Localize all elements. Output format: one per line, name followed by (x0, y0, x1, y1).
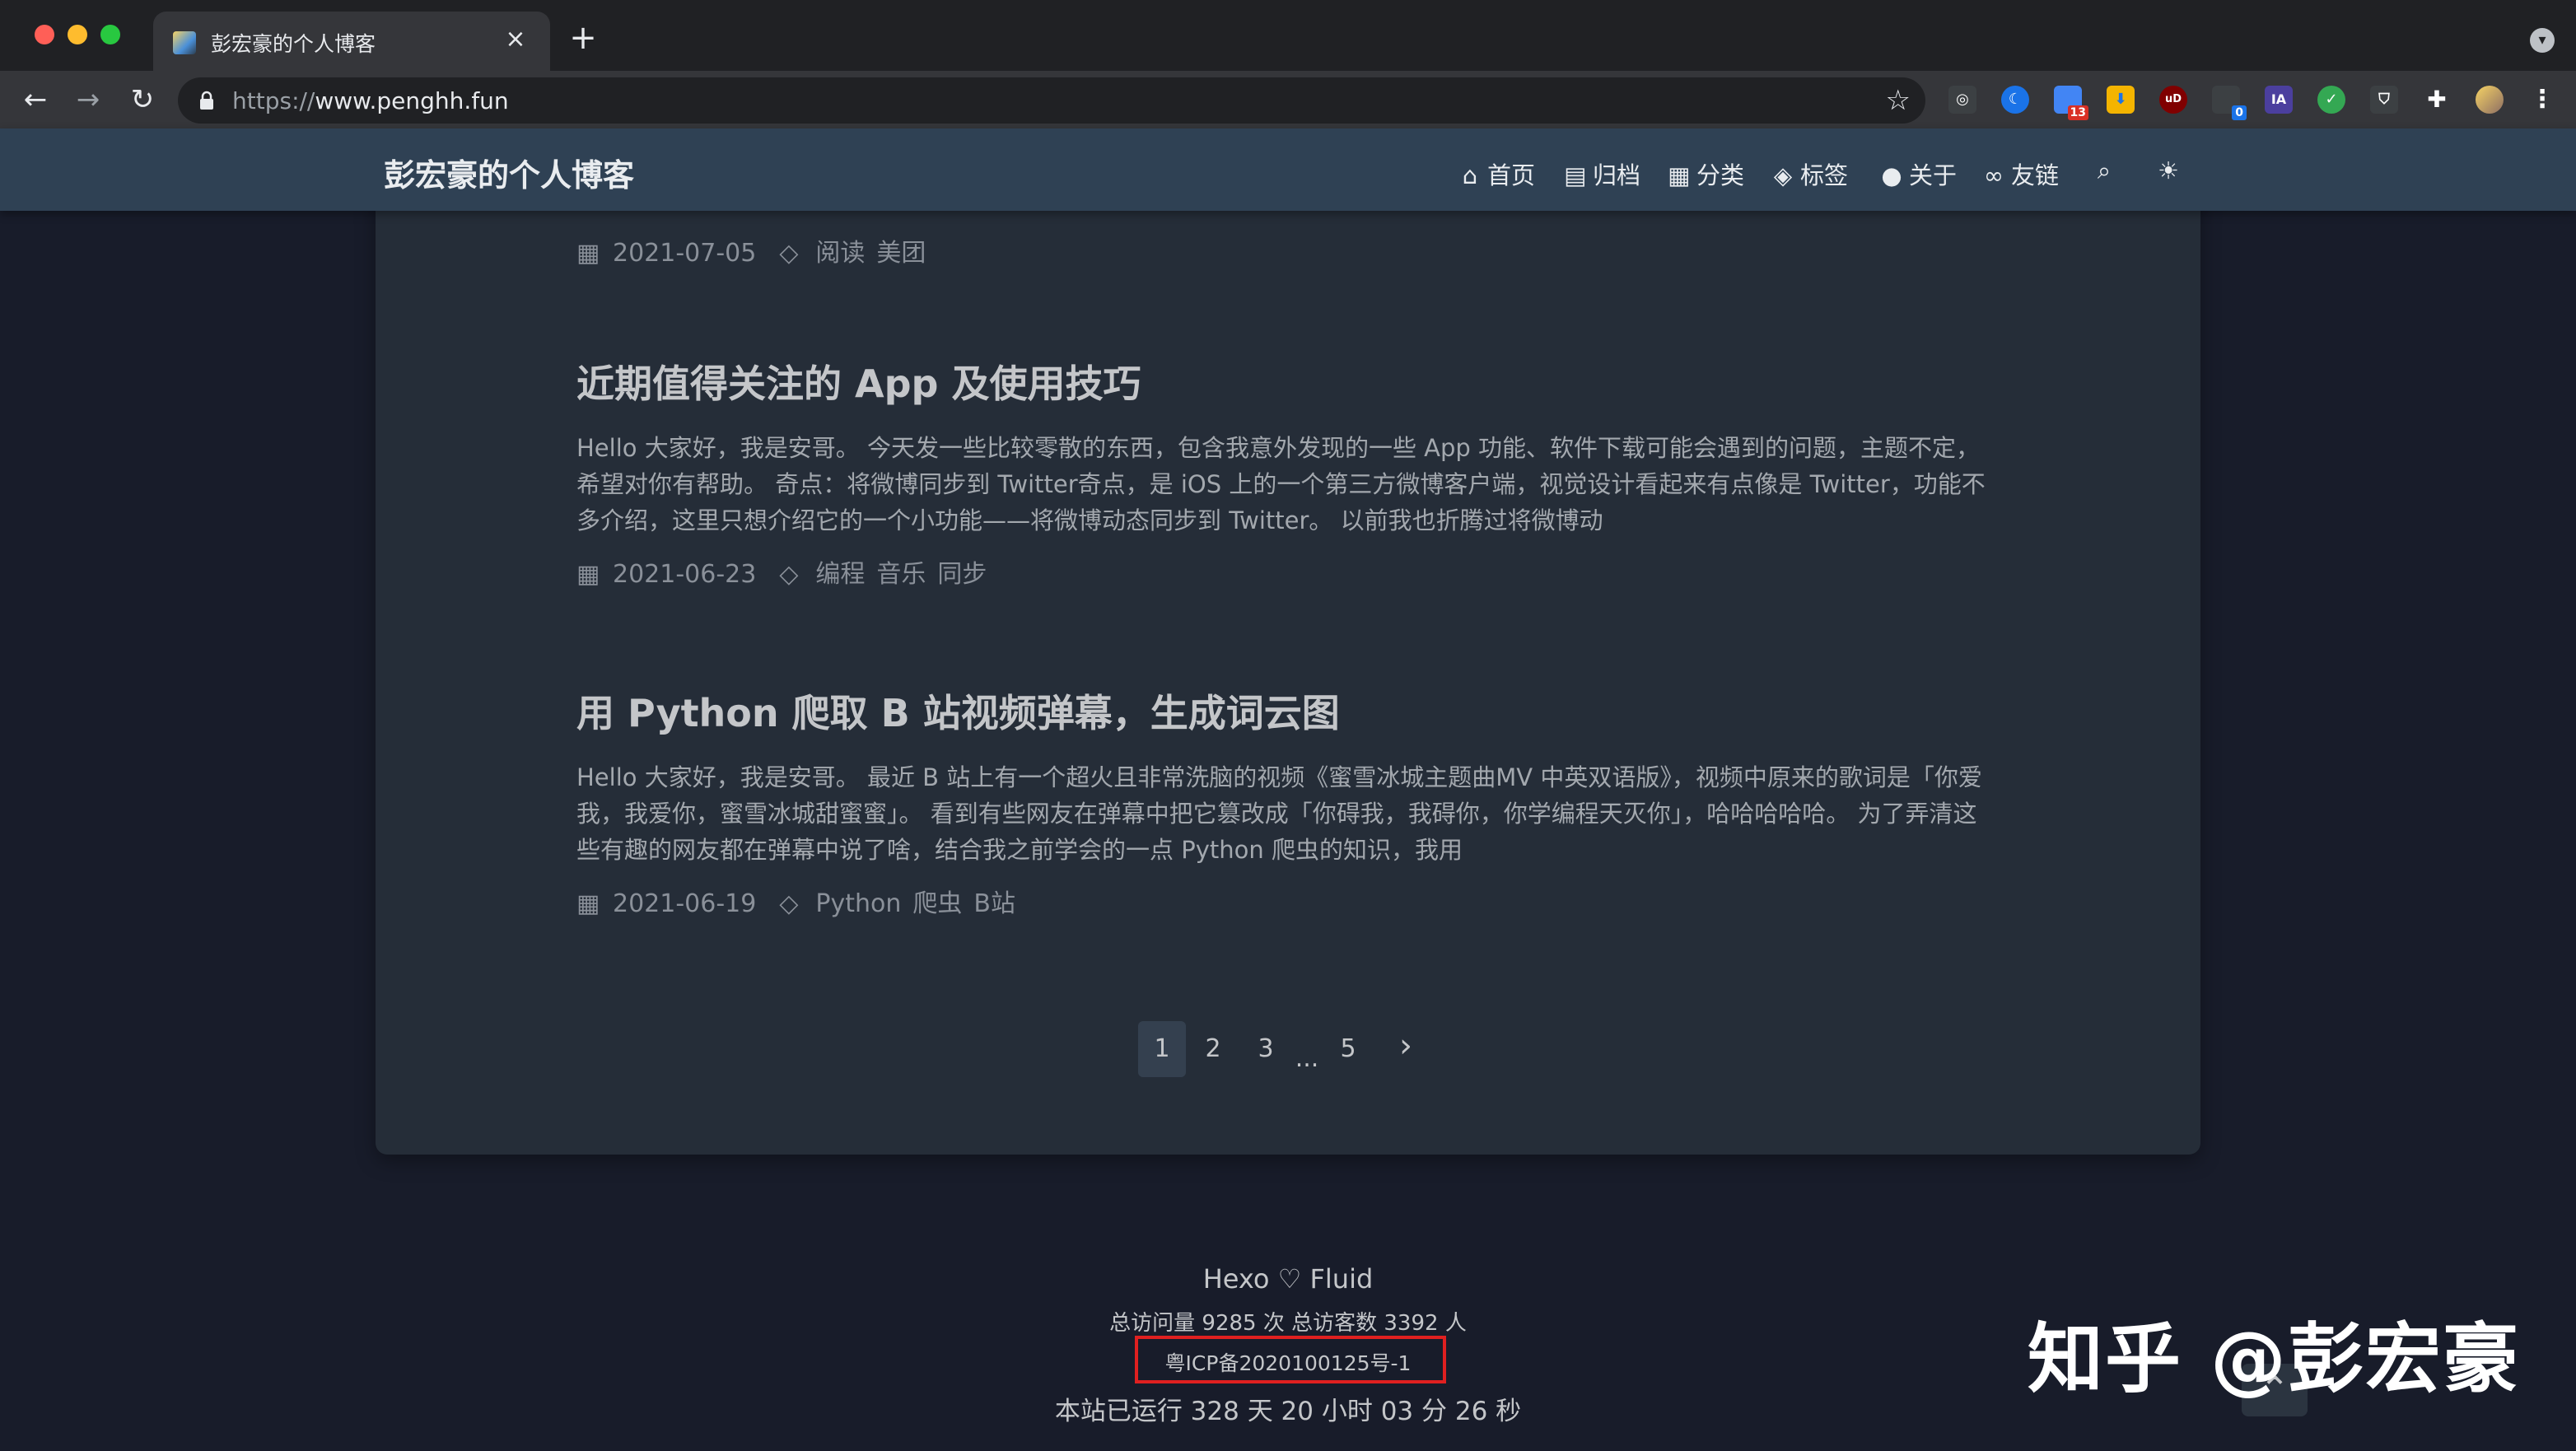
calendar-icon: ▦ (576, 889, 600, 918)
extension-shield-icon[interactable]: ⛉ (2370, 86, 2398, 114)
extension-ublock-icon[interactable]: uD (2159, 86, 2187, 114)
post-tag[interactable]: 音乐 (876, 560, 926, 589)
category-icon: ▦ (1668, 161, 1691, 189)
browser-menu-icon[interactable]: ⋮ (2528, 86, 2556, 114)
extension-badge: 0 (2232, 105, 2247, 120)
post-tag[interactable]: 爬虫 (912, 889, 962, 918)
maximize-window-button[interactable] (100, 25, 120, 44)
calendar-icon: ▦ (576, 560, 600, 589)
nav-tags[interactable]: ◈ 标签 (1771, 156, 1848, 191)
next-page-button[interactable]: › (1382, 1018, 1430, 1074)
nav-links[interactable]: ∞ 友链 (1981, 156, 2059, 191)
tags-icon: ◈ (1773, 161, 1793, 189)
site-brand[interactable]: 彭宏豪的个人博客 (384, 150, 634, 195)
bookmark-star-icon[interactable]: ☆ (1886, 84, 1911, 117)
url-text: https://www.penghh.fun (232, 87, 509, 114)
post-item: 近期值得关注的 App 及使用技巧 Hello 大家好，我是安哥。 今天发一些比… (576, 359, 1993, 590)
browser-window: 彭宏豪的个人博客 × + ▾ ← → ↻ https://www.penghh.… (0, 0, 2576, 1451)
nav-archive[interactable]: ▤ 归档 (1563, 156, 1640, 191)
post-tag[interactable]: Python (815, 889, 901, 918)
reload-button[interactable]: ↻ (124, 81, 161, 119)
favicon-icon (173, 31, 196, 54)
footer-powered: Hexo ♡ Fluid (1202, 1263, 1374, 1295)
minimize-window-button[interactable] (68, 25, 87, 44)
nav-about[interactable]: ● 关于 (1879, 156, 1957, 191)
link-icon: ∞ (1983, 161, 2004, 189)
url-scheme: https:// (232, 87, 315, 114)
post-tag[interactable]: 美团 (876, 239, 926, 268)
archive-icon: ▤ (1564, 161, 1587, 189)
back-button[interactable]: ← (16, 81, 54, 119)
extension-badge: 13 (2067, 105, 2088, 120)
page-link-1[interactable]: 1 (1138, 1021, 1186, 1077)
sun-icon: ☀ (2158, 156, 2179, 184)
browser-toolbar: ← → ↻ https://www.penghh.fun ☆ ◎ ☾ 13 ⬇ … (0, 71, 2576, 128)
search-icon: ⌕ (2097, 156, 2112, 184)
extension-circle-icon[interactable]: ☾ (2001, 86, 2029, 114)
post-date: 2021-06-23 (613, 560, 757, 589)
extension-grid-icon[interactable]: 13 (2054, 86, 2088, 120)
nav-label: 关于 (1909, 161, 1958, 189)
nav-label: 归档 (1593, 161, 1641, 189)
extension-check-icon[interactable]: ✓ (2317, 86, 2345, 114)
tab-close-button[interactable]: × (499, 23, 532, 56)
address-bar[interactable]: https://www.penghh.fun ☆ (178, 77, 1925, 124)
calendar-icon: ▦ (576, 239, 600, 268)
post-item: 用 Python 爬取 B 站视频弹幕，生成词云图 Hello 大家好，我是安哥… (576, 688, 1993, 919)
post-title[interactable]: 用 Python 爬取 B 站视频弹幕，生成词云图 (576, 688, 1993, 738)
tab-title: 彭宏豪的个人博客 (211, 32, 376, 56)
post-meta: ▦ 2021-06-19 ◇ Python 爬虫 B站 (576, 883, 1993, 919)
search-button[interactable]: ⌕ (2092, 156, 2121, 185)
icp-highlight-box (1135, 1336, 1446, 1383)
post-tag[interactable]: B站 (973, 889, 1015, 918)
nav-home[interactable]: ⌂ 首页 (1458, 156, 1535, 191)
post-title[interactable]: 近期值得关注的 App 及使用技巧 (576, 359, 1993, 408)
profile-avatar[interactable] (2476, 86, 2504, 114)
post-excerpt[interactable]: Hello 大家好，我是安哥。 今天发一些比较零散的东西，包含我意外发现的一些 … (576, 430, 1993, 539)
site-header: 彭宏豪的个人博客 ⌂ 首页 ▤ 归档 ▦ 分类 ◈ 标签 ● 关于 ∞ 友链 ⌕ ☀ (0, 128, 2576, 211)
tab-search-button[interactable]: ▾ (2530, 28, 2555, 53)
home-icon: ⌂ (1462, 161, 1478, 189)
tag-icon: ◇ (779, 560, 799, 589)
post-meta: ▦ 2021-07-05 ◇ 阅读 美团 (576, 232, 926, 268)
post-date: 2021-07-05 (613, 239, 757, 268)
extension-glasses-icon[interactable]: ◎ (1948, 86, 1976, 114)
post-meta: ▦ 2021-06-23 ◇ 编程 音乐 同步 (576, 553, 1993, 590)
post-tag[interactable]: 编程 (815, 560, 865, 589)
post-tag[interactable]: 同步 (937, 560, 987, 589)
close-window-button[interactable] (35, 25, 54, 44)
url-host: www.penghh.fun (315, 87, 509, 114)
theme-toggle-button[interactable]: ☀ (2156, 156, 2186, 184)
tag-icon: ◇ (779, 239, 799, 268)
nav-label: 首页 (1487, 161, 1536, 189)
user-icon: ● (1881, 161, 1902, 189)
extension-cloud-icon[interactable]: 0 (2212, 86, 2247, 120)
lock-icon (200, 91, 213, 110)
new-tab-button[interactable]: + (565, 20, 601, 56)
tab-bar: 彭宏豪的个人博客 × + ▾ (0, 0, 2576, 71)
tag-icon: ◇ (779, 889, 799, 918)
page-link-2[interactable]: 2 (1189, 1021, 1237, 1077)
nav-label: 标签 (1800, 161, 1849, 189)
page-link-5[interactable]: 5 (1324, 1021, 1372, 1077)
browser-tab[interactable]: 彭宏豪的个人博客 × (153, 12, 550, 71)
post-tag[interactable]: 阅读 (815, 239, 865, 268)
post-list-board (376, 165, 2200, 1155)
nav-label: 友链 (2011, 161, 2060, 189)
nav-category[interactable]: ▦ 分类 (1667, 156, 1744, 191)
extension-download-icon[interactable]: ⬇ (2107, 86, 2135, 114)
extension-ia-icon[interactable]: IA (2265, 86, 2293, 114)
forward-button[interactable]: → (69, 81, 107, 119)
post-date: 2021-06-19 (613, 889, 757, 918)
extensions-puzzle-icon[interactable]: ✚ (2423, 86, 2451, 114)
post-excerpt[interactable]: Hello 大家好，我是安哥。 最近 B 站上有一个超火且非常洗脑的视频《蜜雪冰… (576, 759, 1993, 868)
watermark: 知乎 @彭宏豪 (2028, 1315, 2521, 1403)
nav-label: 分类 (1696, 161, 1745, 189)
